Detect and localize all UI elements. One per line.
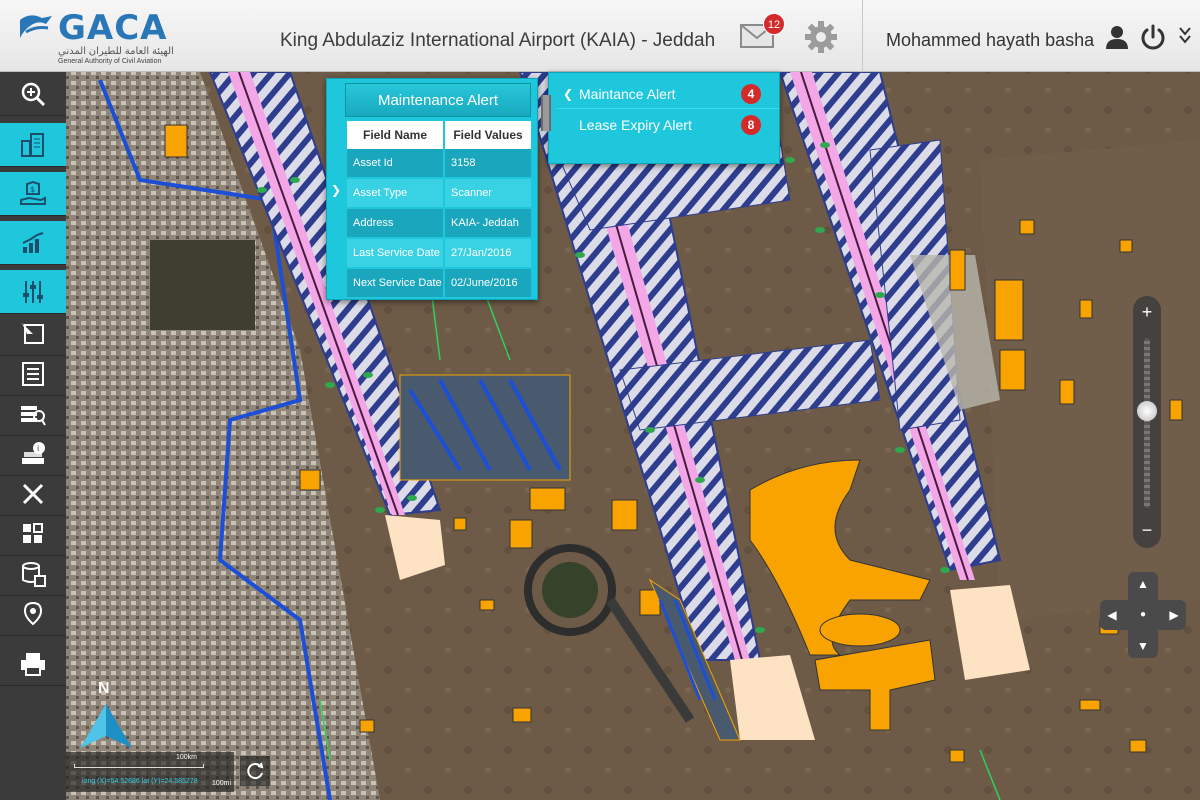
column-header-field: Field Name: [347, 121, 443, 149]
sidebar-item-print[interactable]: [0, 642, 66, 686]
pan-right-icon[interactable]: ▶: [1166, 607, 1182, 623]
page-title: King Abdulaziz International Airport (KA…: [280, 30, 716, 51]
map-pin-icon: [23, 601, 43, 625]
table-cell-field: Asset Id: [347, 149, 443, 177]
alert-count-badge: 4: [741, 84, 761, 104]
sidebar-item-database[interactable]: [0, 552, 66, 596]
table-cell-value: KAIA- Jeddah: [445, 209, 531, 237]
scale-line: [74, 764, 204, 768]
pan-up-icon[interactable]: ▲: [1135, 576, 1151, 592]
sidebar-item-location[interactable]: [0, 592, 66, 636]
table-cell-field: Next Service Date: [347, 269, 443, 297]
table-cell-value: 02/June/2016: [445, 269, 531, 297]
column-header-value: Field Values: [445, 121, 531, 149]
zoom-out-button[interactable]: −: [1133, 520, 1161, 540]
pan-control: ▲ ▼ ◀ ▶ ●: [1100, 572, 1186, 658]
panel-drag-handle[interactable]: [541, 95, 551, 131]
satellite-map[interactable]: [66, 72, 1200, 800]
alert-item-label: Maintance Alert: [579, 86, 676, 102]
gaca-logo[interactable]: GACA الهيئة العامة للطيران المدني Genera…: [16, 6, 186, 66]
sidebar-item-zoom[interactable]: [0, 72, 66, 116]
north-arrow: N: [78, 680, 138, 750]
svg-text:$: $: [30, 185, 35, 194]
alert-item-label: Lease Expiry Alert: [579, 117, 692, 133]
sidebar-item-layer-search[interactable]: [0, 392, 66, 436]
select-arrow-icon: [22, 322, 44, 344]
zoom-slider-thumb[interactable]: [1137, 400, 1157, 421]
coordinates-readout: long (X)=54.52686 lat (Y)=24.585278: [82, 778, 198, 785]
power-icon[interactable]: [1140, 24, 1166, 50]
scale-km-label: 100km: [176, 754, 198, 761]
money-hand-icon: $: [20, 180, 46, 205]
pan-down-icon[interactable]: ▼: [1135, 638, 1151, 654]
north-label: N: [98, 680, 110, 697]
zoom-slider-track[interactable]: [1144, 338, 1150, 508]
sidebar-item-finance[interactable]: $: [0, 172, 66, 216]
sidebar-item-list[interactable]: [0, 352, 66, 396]
header-divider: [862, 0, 863, 72]
sidebar: $ i: [0, 72, 66, 800]
refresh-button[interactable]: [240, 756, 270, 786]
sidebar-item-analytics[interactable]: [0, 221, 66, 265]
popup-title: Maintenance Alert: [345, 83, 531, 117]
gaca-emblem-icon: [20, 15, 52, 38]
scale-bar: 100km long (X)=54.52686 lat (Y)=24.58527…: [66, 752, 234, 792]
database-icon: [22, 561, 46, 587]
magnifier-plus-icon: [21, 82, 46, 106]
pencil-cross-icon: [22, 483, 44, 504]
table-cell-value: Scanner: [445, 179, 531, 207]
table-cell-field: Last Service Date: [347, 239, 443, 267]
stack-info-icon: i: [22, 441, 45, 464]
sidebar-item-grid[interactable]: [0, 512, 66, 556]
logo-wordmark: GACA: [58, 8, 168, 48]
user-icon[interactable]: [1104, 24, 1130, 50]
zoom-in-button[interactable]: +: [1133, 302, 1161, 322]
svg-text:i: i: [37, 444, 39, 453]
airport-map-canvas[interactable]: [66, 72, 1200, 800]
notification-badge[interactable]: 12: [763, 13, 785, 35]
sidebar-item-select[interactable]: [0, 312, 66, 356]
chevron-left-icon: ❮: [563, 87, 574, 101]
pan-center-icon[interactable]: ●: [1135, 607, 1151, 623]
sidebar-item-settings[interactable]: [0, 270, 66, 314]
chevron-down-double-icon[interactable]: [1178, 24, 1192, 48]
layers-search-icon: [21, 405, 46, 426]
pan-left-icon[interactable]: ◀: [1104, 607, 1120, 623]
refresh-icon: [247, 762, 264, 780]
table-cell-value: 3158: [445, 149, 531, 177]
bar-chart-icon: [22, 231, 44, 253]
sidebar-item-asset-info[interactable]: i: [0, 432, 66, 476]
app-header: GACA الهيئة العامة للطيران المدني Genera…: [0, 0, 1200, 72]
sidebar-item-buildings[interactable]: [0, 123, 66, 167]
compass-icon: [80, 704, 132, 748]
logo-english-text: General Authority of Civil Aviation: [58, 58, 162, 65]
sidebar-item-measure[interactable]: [0, 472, 66, 516]
list-icon: [22, 361, 44, 386]
scale-mi-label: 100mi: [212, 780, 232, 787]
gear-icon[interactable]: [804, 20, 838, 54]
logo-arabic-text: الهيئة العامة للطيران المدني: [58, 46, 174, 57]
buildings-icon: [21, 132, 44, 157]
printer-icon: [21, 652, 45, 676]
alert-item-lease-expiry[interactable]: Lease Expiry Alert 8: [557, 110, 779, 140]
maintenance-alert-popup: Maintenance Alert Field Name Field Value…: [326, 78, 538, 300]
chevron-right-icon[interactable]: ❯: [331, 183, 341, 197]
table-cell-field: Asset Type: [347, 179, 443, 207]
table-cell-field: Address: [347, 209, 443, 237]
user-name: Mohammed hayath basha: [886, 30, 1095, 50]
grid-icon: [23, 522, 43, 543]
alert-count-badge: 8: [741, 115, 761, 135]
table-cell-value: 27/Jan/2016: [445, 239, 531, 267]
alert-list-panel: ❮ Maintance Alert 4 Lease Expiry Alert 8: [541, 72, 780, 164]
alert-item-maintenance[interactable]: ❮ Maintance Alert 4: [557, 79, 779, 109]
zoom-control: + −: [1133, 296, 1161, 548]
sliders-icon: [23, 280, 43, 303]
